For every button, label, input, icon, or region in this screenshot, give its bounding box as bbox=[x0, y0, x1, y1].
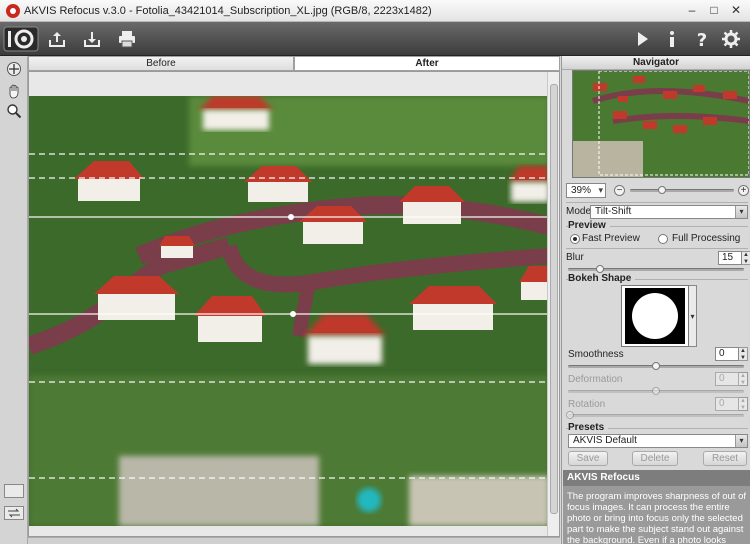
divider bbox=[566, 202, 748, 203]
rotation-input: 0 bbox=[715, 397, 739, 411]
zoom-slider[interactable] bbox=[630, 189, 734, 192]
minimize-button[interactable]: – bbox=[682, 3, 702, 19]
blur-spinner[interactable]: ▲ ▼ bbox=[742, 251, 750, 265]
fast-preview-radio[interactable] bbox=[570, 234, 580, 244]
view-single-icon[interactable] bbox=[4, 484, 24, 498]
maximize-button[interactable]: □ bbox=[704, 3, 724, 19]
deformation-spinner: ▲ ▼ bbox=[739, 372, 748, 386]
run-icon[interactable] bbox=[630, 27, 654, 51]
zoom-in-button[interactable]: + bbox=[738, 185, 749, 196]
navigator-icon[interactable] bbox=[4, 60, 24, 78]
help-icon[interactable]: ? bbox=[690, 27, 714, 51]
save-preset-button[interactable]: Save bbox=[568, 451, 608, 466]
mode-select[interactable]: Tilt-Shift ▾ bbox=[590, 205, 748, 219]
smoothness-spinner[interactable]: ▲ ▼ bbox=[739, 347, 748, 361]
deformation-slider-knob bbox=[652, 387, 660, 395]
horizontal-scrollbar[interactable] bbox=[28, 537, 560, 544]
zoom-icon[interactable] bbox=[4, 102, 24, 120]
settings-icon[interactable] bbox=[719, 27, 743, 51]
rotation-slider-knob bbox=[566, 411, 574, 419]
full-processing-radio[interactable] bbox=[658, 234, 668, 244]
smoothness-input[interactable]: 0 bbox=[715, 347, 739, 361]
smoothness-label: Smoothness bbox=[568, 349, 624, 360]
deformation-input: 0 bbox=[715, 372, 739, 386]
presets-value: AKVIS Default bbox=[573, 435, 637, 446]
print-icon[interactable] bbox=[115, 27, 139, 51]
save-icon[interactable] bbox=[80, 27, 104, 51]
blur-label: Blur bbox=[566, 252, 584, 263]
rotation-slider bbox=[568, 414, 744, 417]
blur-slider-knob[interactable] bbox=[596, 265, 604, 273]
vertical-scrollbar[interactable] bbox=[547, 72, 559, 536]
tool-column bbox=[0, 56, 28, 544]
open-icon[interactable] bbox=[45, 27, 69, 51]
logo-icon[interactable] bbox=[3, 25, 39, 53]
fast-preview-label[interactable]: Fast Preview bbox=[582, 233, 640, 244]
view-tabs: Before After bbox=[28, 56, 560, 71]
hand-icon[interactable] bbox=[4, 82, 24, 100]
window-title: AKVIS Refocus v.3.0 - Fotolia_43421014_S… bbox=[24, 4, 432, 17]
window-controls: – □ ✕ bbox=[682, 3, 746, 19]
image-canvas[interactable] bbox=[28, 71, 560, 537]
preview-title: Preview bbox=[568, 220, 610, 231]
smoothness-slider-knob[interactable] bbox=[652, 362, 660, 370]
deformation-label: Deformation bbox=[568, 374, 623, 385]
settings-panel: Navigator 39% − + Mode: Tilt-Shift ▾ bbox=[561, 56, 750, 544]
toolbar: ? bbox=[0, 22, 750, 56]
rotation-label: Rotation bbox=[568, 399, 606, 410]
close-button[interactable]: ✕ bbox=[726, 3, 746, 19]
delete-preset-button[interactable]: Delete bbox=[632, 451, 678, 466]
title-bar: AKVIS Refocus v.3.0 - Fotolia_43421014_S… bbox=[0, 0, 750, 22]
app-logo-icon bbox=[6, 3, 20, 18]
info-icon[interactable] bbox=[660, 27, 684, 51]
presets-select[interactable]: AKVIS Default ▾ bbox=[568, 434, 748, 448]
zoom-row: 39% − + bbox=[566, 183, 750, 199]
help-box: AKVIS Refocus The program improves sharp… bbox=[563, 470, 750, 544]
tab-after[interactable]: After bbox=[294, 56, 560, 71]
presets-title: Presets bbox=[568, 422, 609, 433]
blur-slider[interactable] bbox=[568, 268, 744, 271]
chevron-down-icon: ▾ bbox=[735, 435, 747, 447]
help-title: AKVIS Refocus bbox=[563, 470, 750, 486]
bokeh-shape-preview[interactable] bbox=[621, 285, 689, 347]
vertical-scroll-thumb[interactable] bbox=[550, 84, 558, 514]
bokeh-shape-dropdown[interactable]: ▾ bbox=[689, 285, 697, 347]
view-split-icon[interactable] bbox=[4, 506, 24, 520]
svg-text:?: ? bbox=[697, 30, 707, 49]
navigator-title: Navigator bbox=[562, 56, 750, 70]
mode-value: Tilt-Shift bbox=[595, 206, 632, 217]
zoom-select[interactable]: 39% bbox=[566, 183, 606, 198]
tilt-shift-photo bbox=[29, 96, 549, 526]
navigator-preview[interactable] bbox=[572, 70, 750, 178]
tab-before[interactable]: Before bbox=[28, 56, 294, 71]
full-processing-label[interactable]: Full Processing bbox=[672, 233, 740, 244]
blur-input[interactable]: 15 bbox=[718, 251, 742, 265]
help-text: The program improves sharpness of out of… bbox=[567, 491, 747, 544]
divider bbox=[566, 248, 748, 249]
zoom-out-button[interactable]: − bbox=[614, 185, 625, 196]
rotation-spinner: ▲ ▼ bbox=[739, 397, 748, 411]
chevron-down-icon: ▾ bbox=[735, 206, 747, 218]
reset-preset-button[interactable]: Reset bbox=[703, 451, 747, 466]
bokeh-shape-title: Bokeh Shape bbox=[568, 273, 636, 284]
zoom-slider-knob[interactable] bbox=[658, 186, 666, 194]
